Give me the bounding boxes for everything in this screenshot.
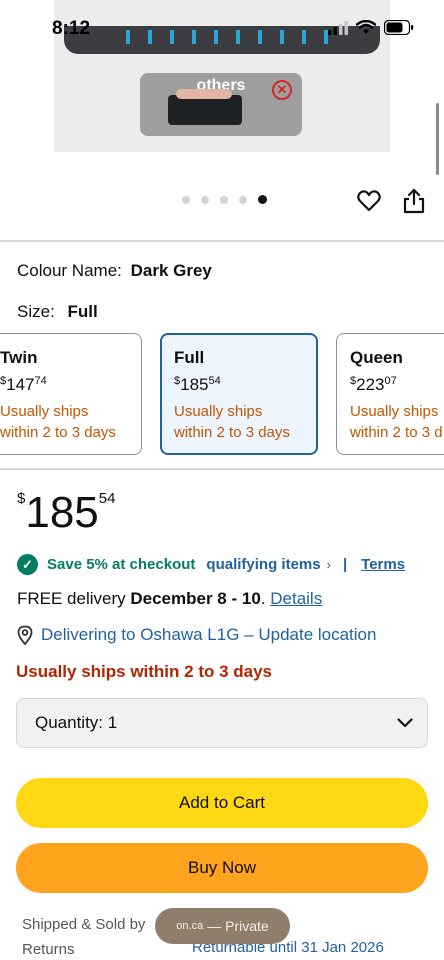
carousel-dot[interactable]: [182, 195, 190, 204]
chevron-right-icon: ›: [326, 557, 331, 572]
location-pin-icon: [17, 625, 33, 645]
size-option-name: Full: [174, 348, 205, 367]
delivery-date: December 8 - 10: [130, 589, 261, 608]
quantity-value: 1: [107, 713, 118, 732]
size-row: Size: Full: [17, 302, 98, 322]
promo-separator: |: [342, 556, 348, 573]
carousel-dot[interactable]: [220, 195, 228, 204]
cellular-signal-icon: [328, 20, 348, 35]
cross-circle-icon: ✕: [272, 80, 292, 100]
quantity-text: Quantity: 1: [35, 713, 118, 732]
colour-label: Colour Name:: [17, 261, 122, 280]
private-mode-label: — Private: [207, 918, 269, 934]
promo-row: ✓ Save 5% at checkout qualifying items ›…: [17, 554, 405, 575]
size-option-price: $14774: [0, 375, 47, 394]
promo-save-text: Save 5% at checkout: [47, 556, 196, 573]
section-divider: [0, 468, 444, 470]
colour-row: Colour Name: Dark Grey: [17, 261, 212, 281]
scrollbar[interactable]: [436, 103, 439, 175]
shipped-sold-label: Shipped & Sold by: [22, 916, 146, 933]
product-price: $18554: [17, 488, 116, 537]
size-option-twin[interactable]: Twin $14774 Usually ships within 2 to 3 d…: [0, 333, 142, 455]
size-option-name: Twin: [0, 348, 38, 367]
carousel-dots: [182, 195, 267, 204]
qualifying-items-link[interactable]: qualifying items: [206, 556, 320, 573]
quantity-dropdown[interactable]: Quantity: 1: [16, 698, 428, 748]
add-to-cart-button[interactable]: Add to Cart: [16, 778, 428, 828]
size-option-queen[interactable]: Queen $22307 Usually ships within 2 to 3 …: [336, 333, 444, 455]
carousel-dot[interactable]: [201, 195, 209, 204]
status-time: 8:12: [52, 18, 91, 39]
delivery-details-link[interactable]: Details: [270, 589, 322, 608]
private-browsing-pill[interactable]: on.ca — Private: [155, 908, 290, 944]
size-value: Full: [67, 302, 98, 321]
section-divider: [0, 240, 444, 242]
size-option-price: $18554: [174, 375, 221, 394]
terms-link[interactable]: Terms: [361, 556, 405, 573]
delivery-location-text: Delivering to Oshawa L1G – Update locati…: [41, 625, 377, 644]
size-option-shipping: Usually ships within 2 to 3 days: [174, 403, 290, 441]
url-domain: on.ca: [176, 920, 204, 932]
status-bar: 8:12: [0, 0, 444, 44]
colour-value: Dark Grey: [130, 261, 212, 280]
delivery-location-link[interactable]: Delivering to Oshawa L1G – Update locati…: [17, 625, 376, 645]
size-option-shipping: Usually ships within 2 to 3 d: [350, 403, 443, 441]
other-mattress-illustration: [168, 89, 242, 125]
availability-message: Usually ships within 2 to 3 days: [16, 662, 273, 681]
status-icons: [328, 20, 414, 35]
delivery-info: FREE delivery December 8 - 10. Details: [17, 589, 323, 608]
battery-icon: [384, 20, 414, 35]
wishlist-heart-icon[interactable]: [356, 188, 382, 214]
returns-label: Returns: [22, 941, 75, 958]
buy-now-button[interactable]: Buy Now: [16, 843, 428, 893]
wifi-icon: [356, 20, 376, 34]
carousel-dot[interactable]: [239, 195, 247, 204]
comparison-card: others ✕: [140, 73, 302, 136]
size-label: Size:: [17, 302, 55, 321]
size-option-shipping: Usually ships within 2 to 3 days: [0, 403, 116, 441]
size-option-full[interactable]: Full $18554 Usually ships within 2 to 3 d…: [160, 333, 318, 455]
size-option-price: $22307: [350, 375, 397, 394]
carousel-dot-active[interactable]: [258, 195, 267, 204]
size-option-name: Queen: [350, 348, 403, 367]
share-icon[interactable]: [401, 187, 427, 215]
chevron-down-icon: [397, 718, 413, 728]
checkmark-circle-icon: ✓: [17, 554, 38, 575]
